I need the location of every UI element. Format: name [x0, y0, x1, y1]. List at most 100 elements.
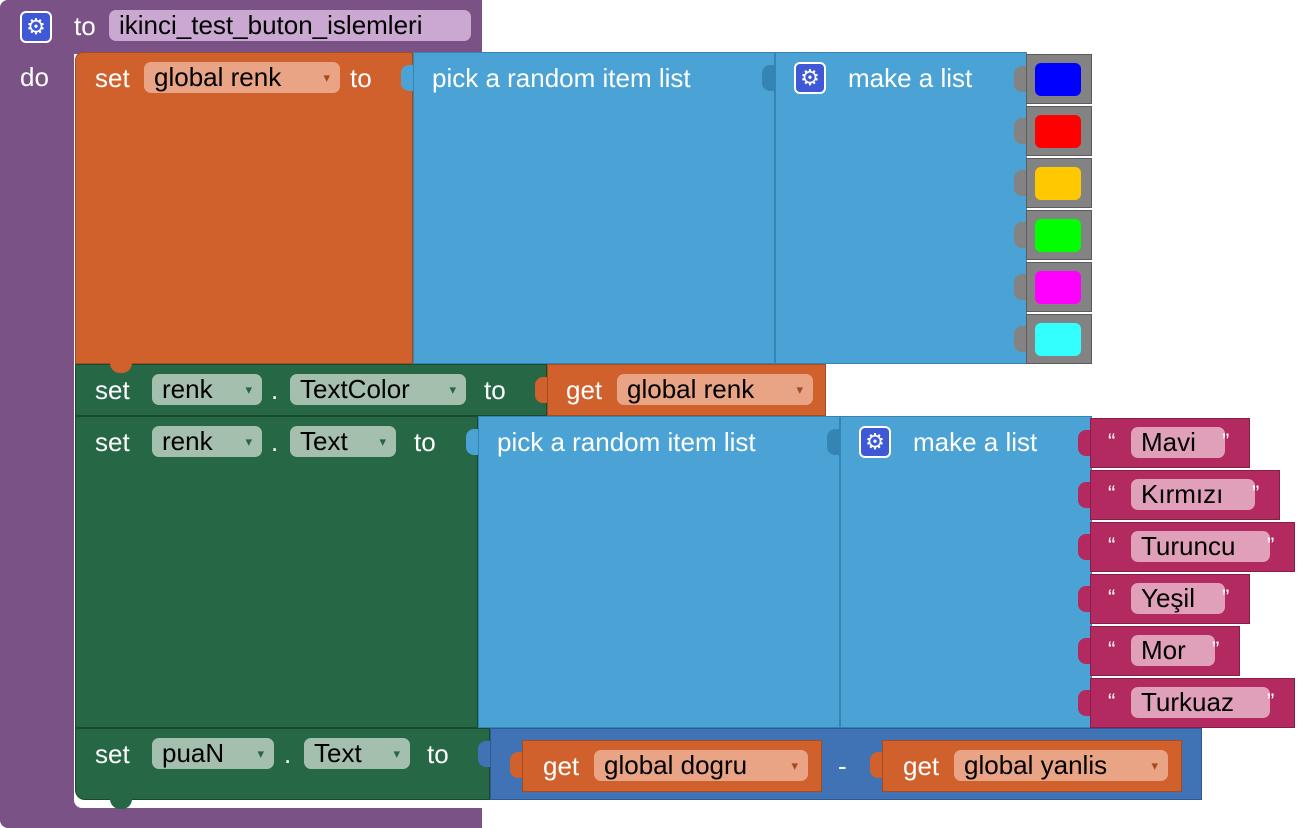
to-label: to — [414, 427, 436, 457]
open-quote: “ — [1108, 481, 1116, 506]
to-label: to — [350, 63, 372, 93]
input-connector — [535, 377, 547, 403]
operand-connector — [510, 752, 522, 778]
component-name: renk — [162, 426, 213, 456]
dropdown-arrow-icon: ▾ — [449, 382, 456, 397]
input-connector — [401, 65, 413, 91]
close-quote: ” — [1212, 637, 1220, 662]
open-quote: “ — [1108, 429, 1116, 454]
component-dropdown[interactable]: puaN ▾ — [152, 738, 274, 769]
close-quote: ” — [1222, 585, 1230, 610]
make-a-list-label: make a list — [848, 63, 973, 93]
get-variable-dropdown[interactable]: global dogru ▾ — [594, 750, 808, 781]
property-name: Text — [314, 738, 362, 768]
make-a-list-label: make a list — [913, 427, 1038, 457]
make-list-gear-icon[interactable]: ⚙ — [859, 426, 891, 458]
pick-random-item-block[interactable] — [478, 416, 840, 728]
dropdown-arrow-icon: ▾ — [393, 746, 400, 761]
text-value-field[interactable]: Mor — [1131, 635, 1215, 666]
component-dropdown[interactable]: renk ▾ — [152, 374, 262, 405]
pick-random-item-label: pick a random item list — [432, 63, 691, 93]
property-name: TextColor — [300, 374, 410, 404]
item-connector — [1078, 534, 1090, 560]
variable-name: global renk — [154, 62, 282, 92]
color-swatch[interactable] — [1035, 63, 1081, 96]
input-connector — [466, 429, 478, 455]
set-global-renk-block[interactable] — [75, 52, 413, 364]
to-label: to — [427, 739, 449, 769]
pick-random-item-label: pick a random item list — [497, 427, 756, 457]
property-dropdown[interactable]: TextColor ▾ — [290, 374, 466, 405]
item-connector — [1078, 690, 1090, 716]
set-label: set — [95, 739, 130, 769]
operand-connector — [870, 752, 882, 778]
close-quote: ” — [1267, 533, 1275, 558]
item-connector — [1078, 482, 1090, 508]
item-connector — [1078, 430, 1090, 456]
text-value-field[interactable]: Yeşil — [1131, 583, 1225, 614]
make-a-list-block[interactable] — [840, 416, 1092, 728]
global-renk-dropdown[interactable]: global renk ▾ — [144, 62, 340, 93]
property-dropdown[interactable]: Text ▾ — [304, 738, 410, 769]
set-label: set — [95, 375, 130, 405]
color-block[interactable] — [1026, 210, 1092, 260]
procedure-gear-icon[interactable]: ⚙ — [20, 11, 52, 43]
color-swatch[interactable] — [1035, 323, 1081, 356]
procedure-to-label: to — [74, 11, 96, 41]
item-connector — [1014, 274, 1026, 300]
minus-operator: - — [838, 751, 847, 781]
make-a-list-block[interactable] — [775, 52, 1027, 364]
dot-label: . — [284, 739, 292, 769]
color-swatch[interactable] — [1035, 219, 1081, 252]
component-dropdown[interactable]: renk ▾ — [152, 426, 262, 457]
color-block[interactable] — [1026, 158, 1092, 208]
open-quote: “ — [1108, 533, 1116, 558]
dropdown-arrow-icon: ▾ — [791, 758, 798, 773]
close-quote: ” — [1252, 481, 1260, 506]
get-variable-dropdown[interactable]: global yanlis ▾ — [954, 750, 1168, 781]
open-quote: “ — [1108, 637, 1116, 662]
text-value-field[interactable]: Turkuaz — [1131, 687, 1270, 718]
item-connector — [1014, 66, 1026, 92]
open-quote: “ — [1108, 585, 1116, 610]
color-block[interactable] — [1026, 262, 1092, 312]
color-swatch[interactable] — [1035, 115, 1081, 148]
open-quote: “ — [1108, 689, 1116, 714]
get-variable-dropdown[interactable]: global renk ▾ — [617, 374, 813, 405]
set-label: set — [95, 427, 130, 457]
component-name: renk — [162, 374, 213, 404]
property-dropdown[interactable]: Text ▾ — [290, 426, 396, 457]
procedure-name-field[interactable]: ikinci_test_buton_islemleri — [109, 10, 471, 41]
property-name: Text — [300, 426, 348, 456]
text-value-field[interactable]: Mavi — [1131, 427, 1225, 458]
item-connector — [1014, 326, 1026, 352]
dropdown-arrow-icon: ▾ — [1151, 758, 1158, 773]
item-connector — [1014, 118, 1026, 144]
close-quote: ” — [1267, 689, 1275, 714]
dropdown-arrow-icon: ▾ — [257, 746, 264, 761]
make-list-gear-icon[interactable]: ⚙ — [794, 62, 826, 94]
color-block[interactable] — [1026, 54, 1092, 104]
variable-name: global dogru — [604, 750, 748, 780]
dropdown-arrow-icon: ▾ — [245, 382, 252, 397]
dropdown-arrow-icon: ▾ — [796, 382, 803, 397]
pick-random-item-block[interactable] — [413, 52, 775, 364]
get-label: get — [543, 751, 580, 781]
item-connector — [1014, 222, 1026, 248]
item-connector — [1078, 638, 1090, 664]
color-block[interactable] — [1026, 314, 1092, 364]
close-quote: ” — [1222, 429, 1230, 454]
text-value-field[interactable]: Turuncu — [1131, 531, 1270, 562]
dropdown-arrow-icon: ▾ — [245, 434, 252, 449]
component-name: puaN — [162, 738, 225, 768]
dropdown-arrow-icon: ▾ — [323, 70, 330, 85]
procedure-do-label: do — [20, 62, 49, 92]
item-connector — [1078, 586, 1090, 612]
color-swatch[interactable] — [1035, 167, 1081, 200]
variable-name: global yanlis — [964, 750, 1108, 780]
set-text-block[interactable] — [75, 416, 478, 728]
color-block[interactable] — [1026, 106, 1092, 156]
color-swatch[interactable] — [1035, 271, 1081, 304]
item-connector — [1014, 170, 1026, 196]
text-value-field[interactable]: Kırmızı — [1131, 479, 1255, 510]
